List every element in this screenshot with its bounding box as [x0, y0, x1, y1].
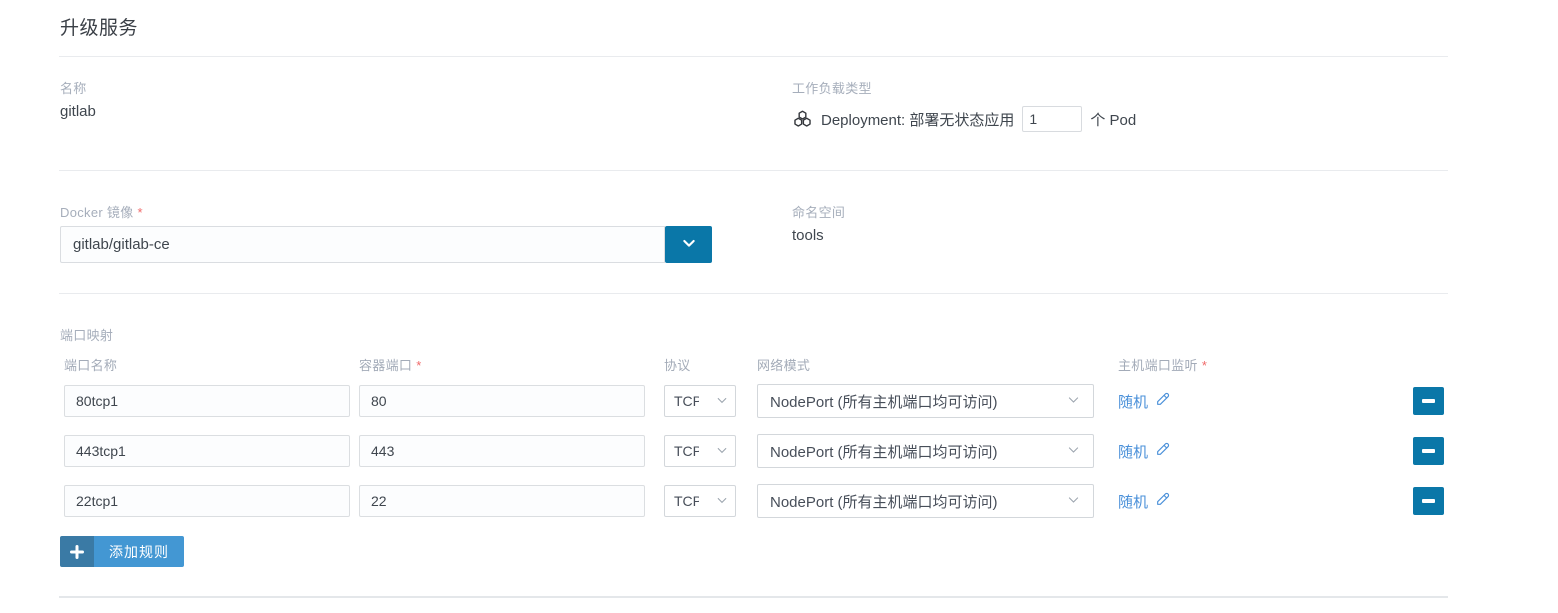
- host-port-random-link[interactable]: 随机: [1118, 441, 1148, 462]
- column-header-network-mode: 网络模式: [757, 355, 810, 374]
- port-name-input[interactable]: [64, 385, 350, 417]
- remove-row-button[interactable]: [1413, 437, 1444, 465]
- deployment-icon: [792, 109, 813, 130]
- required-mark: *: [138, 205, 143, 220]
- divider: [59, 596, 1448, 598]
- network-mode-select-value: NodePort (所有主机端口均可访问): [770, 441, 998, 462]
- required-mark: *: [416, 358, 421, 373]
- host-port-random-link[interactable]: 随机: [1118, 391, 1148, 412]
- docker-image-label: Docker 镜像 *: [60, 202, 143, 221]
- column-header-host-port-text: 主机端口监听: [1118, 358, 1198, 373]
- minus-icon: [1422, 449, 1435, 453]
- remove-row-button[interactable]: [1413, 387, 1444, 415]
- port-mapping-section-label: 端口映射: [60, 325, 113, 344]
- chevron-down-icon: [1066, 492, 1081, 511]
- namespace-label: 命名空间: [792, 202, 845, 221]
- container-port-input[interactable]: [359, 385, 645, 417]
- required-mark: *: [1202, 358, 1207, 373]
- protocol-select-value: TCP: [674, 393, 699, 409]
- host-port-cell: 随机: [1118, 435, 1171, 467]
- network-mode-select[interactable]: NodePort (所有主机端口均可访问): [757, 484, 1094, 518]
- workload-type-label: 工作负载类型: [792, 78, 872, 97]
- pod-scale-input[interactable]: [1022, 106, 1082, 132]
- chevron-down-icon: [715, 393, 729, 410]
- page-title: 升级服务: [60, 13, 138, 40]
- column-header-protocol: 协议: [664, 355, 691, 374]
- name-label: 名称: [60, 78, 87, 97]
- protocol-select-value: TCP: [674, 493, 699, 509]
- name-value: gitlab: [60, 103, 96, 120]
- column-header-container-port-text: 容器端口: [359, 358, 412, 373]
- network-mode-select-value: NodePort (所有主机端口均可访问): [770, 491, 998, 512]
- docker-image-input[interactable]: [60, 226, 665, 263]
- host-port-random-link[interactable]: 随机: [1118, 491, 1148, 512]
- docker-image-dropdown-button[interactable]: [665, 226, 712, 263]
- protocol-select-value: TCP: [674, 443, 699, 459]
- protocol-select[interactable]: TCP: [664, 435, 736, 467]
- chevron-down-icon: [1066, 392, 1081, 411]
- host-port-cell: 随机: [1118, 385, 1171, 417]
- column-header-port-name: 端口名称: [64, 355, 117, 374]
- host-port-cell: 随机: [1118, 485, 1171, 517]
- chevron-down-icon: [1066, 442, 1081, 461]
- chevron-down-icon: [715, 443, 729, 460]
- container-port-input[interactable]: [359, 485, 645, 517]
- divider: [59, 170, 1448, 171]
- column-header-host-port: 主机端口监听 *: [1118, 355, 1207, 374]
- namespace-value: tools: [792, 227, 824, 244]
- workload-type-text: Deployment: 部署无状态应用: [821, 109, 1014, 130]
- docker-image-field: [60, 226, 712, 263]
- protocol-select[interactable]: TCP: [664, 485, 736, 517]
- port-name-input[interactable]: [64, 485, 350, 517]
- plus-icon: [60, 536, 94, 567]
- network-mode-select-value: NodePort (所有主机端口均可访问): [770, 391, 998, 412]
- column-header-container-port: 容器端口 *: [359, 355, 422, 374]
- container-port-input[interactable]: [359, 435, 645, 467]
- divider: [59, 293, 1448, 294]
- edit-pencil-icon[interactable]: [1155, 441, 1171, 462]
- add-rule-button[interactable]: 添加规则: [60, 536, 184, 567]
- port-name-input[interactable]: [64, 435, 350, 467]
- pod-unit-text: 个 Pod: [1090, 109, 1136, 130]
- minus-icon: [1422, 399, 1435, 403]
- remove-row-button[interactable]: [1413, 487, 1444, 515]
- upgrade-service-page: 升级服务 名称 gitlab 工作负载类型 Deployment: 部署无状态应…: [0, 0, 1558, 613]
- chevron-down-icon: [715, 493, 729, 510]
- network-mode-select[interactable]: NodePort (所有主机端口均可访问): [757, 384, 1094, 418]
- workload-type-row: Deployment: 部署无状态应用 个 Pod: [792, 104, 1136, 134]
- chevron-down-icon: [681, 235, 697, 254]
- add-rule-button-label: 添加规则: [94, 536, 184, 567]
- edit-pencil-icon[interactable]: [1155, 491, 1171, 512]
- minus-icon: [1422, 499, 1435, 503]
- divider: [59, 56, 1448, 57]
- protocol-select[interactable]: TCP: [664, 385, 736, 417]
- edit-pencil-icon[interactable]: [1155, 391, 1171, 412]
- docker-image-label-text: Docker 镜像: [60, 205, 134, 220]
- network-mode-select[interactable]: NodePort (所有主机端口均可访问): [757, 434, 1094, 468]
